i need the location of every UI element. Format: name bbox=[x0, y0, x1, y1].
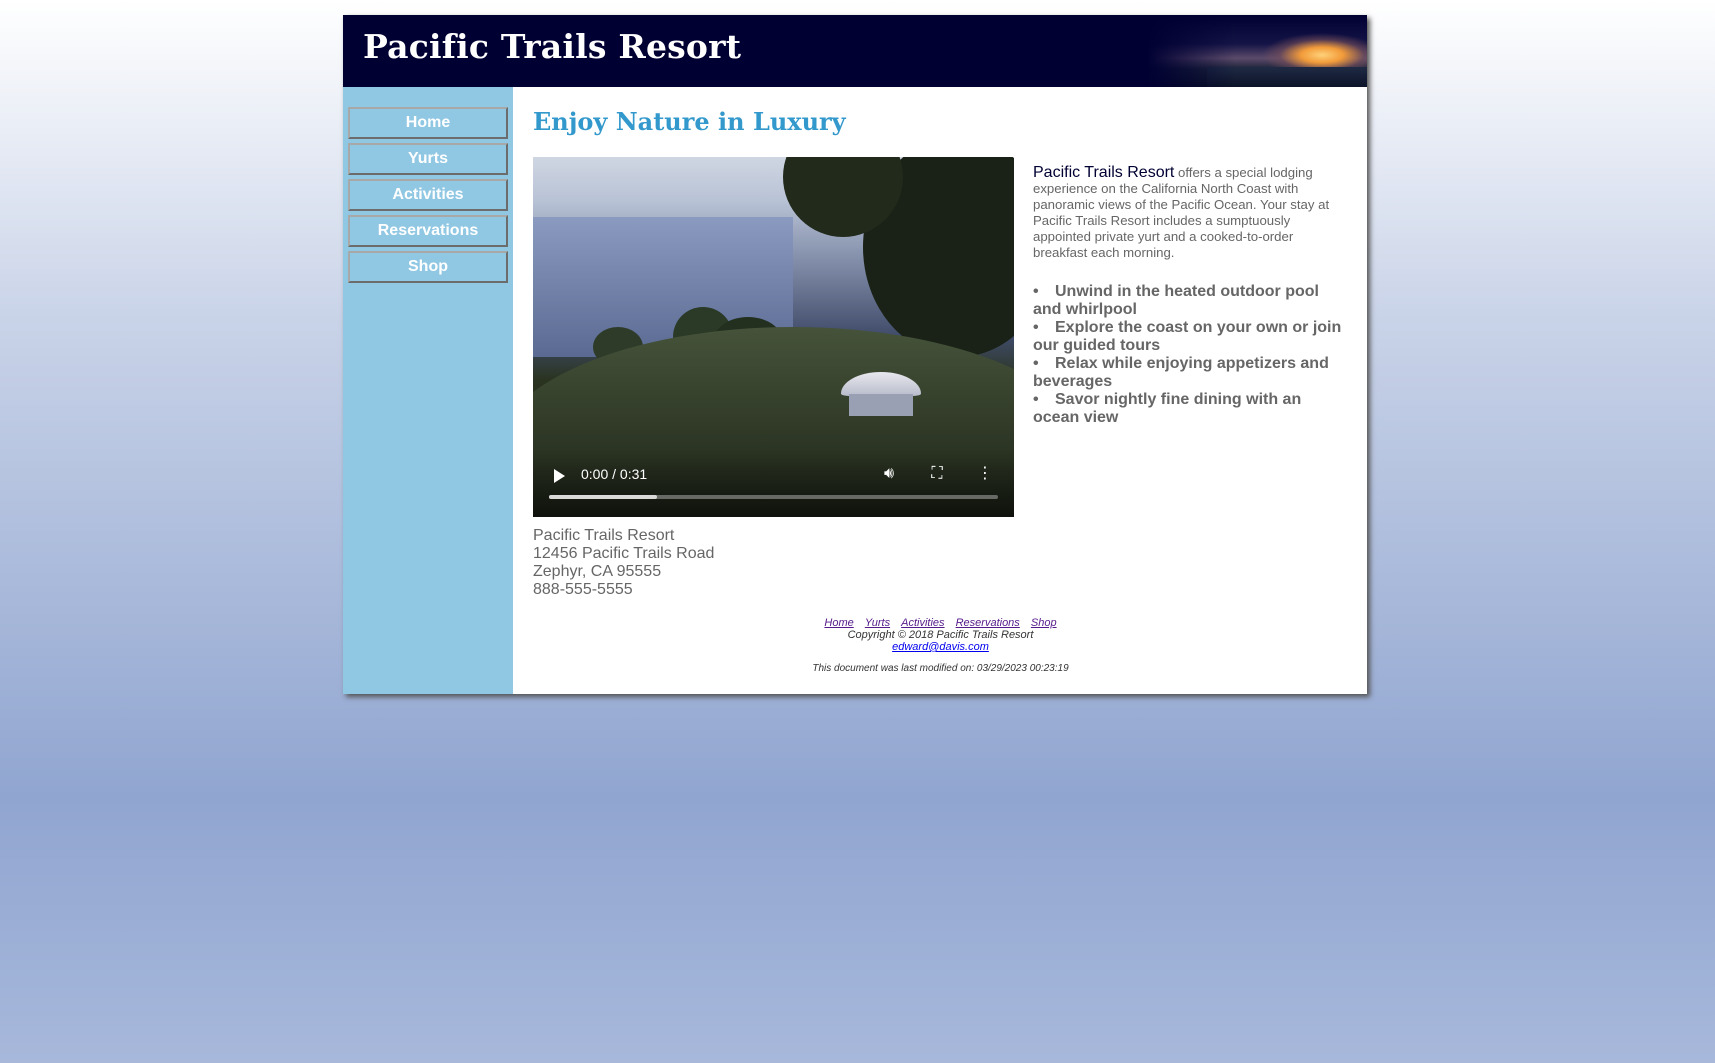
copyright: Copyright © 2018 Pacific Trails Resort bbox=[847, 629, 1034, 641]
more-options-icon[interactable]: ⋮ bbox=[975, 464, 995, 484]
play-icon[interactable] bbox=[554, 469, 565, 483]
footer-link-shop[interactable]: Shop bbox=[1031, 617, 1057, 629]
footer-nav: Home Yurts Activities Reservations Shop bbox=[533, 617, 1348, 629]
features-list: Unwind in the heated outdoor pool and wh… bbox=[1033, 283, 1348, 427]
list-item: Savor nightly fine dining with an ocean … bbox=[1033, 391, 1348, 427]
email-link[interactable]: edward@davis.com bbox=[892, 641, 989, 653]
site-header: Pacific Trails Resort bbox=[343, 15, 1367, 87]
footer-link-reservations[interactable]: Reservations bbox=[956, 617, 1020, 629]
page-heading: Enjoy Nature in Luxury bbox=[533, 107, 846, 136]
nav-activities[interactable]: Activities bbox=[348, 179, 508, 211]
list-item: Unwind in the heated outdoor pool and wh… bbox=[1033, 283, 1348, 319]
nav-reservations[interactable]: Reservations bbox=[348, 215, 508, 247]
video-time: 0:00 / 0:31 bbox=[581, 466, 648, 482]
last-modified: This document was last modified on: 03/2… bbox=[812, 663, 1069, 674]
intro-lead: Pacific Trails Resort bbox=[1033, 164, 1175, 181]
video-progress-fill bbox=[549, 495, 657, 499]
address-city: Zephyr, CA 95555 bbox=[533, 563, 662, 580]
footer-link-home[interactable]: Home bbox=[824, 617, 853, 629]
footer-link-activities[interactable]: Activities bbox=[901, 617, 944, 629]
video-progress-bar[interactable] bbox=[549, 495, 998, 499]
volume-icon[interactable]: 🔊︎ bbox=[879, 464, 899, 484]
video-controls: 0:00 / 0:31 🔊︎ ⛶ ⋮ bbox=[533, 449, 1014, 517]
sunset-image bbox=[1147, 15, 1367, 87]
intro-paragraph: Pacific Trails Resort offers a special l… bbox=[1033, 165, 1348, 261]
nav-yurts[interactable]: Yurts bbox=[348, 143, 508, 175]
video-player[interactable]: 0:00 / 0:31 🔊︎ ⛶ ⋮ bbox=[533, 157, 1014, 517]
address-street: 12456 Pacific Trails Road bbox=[533, 545, 715, 562]
nav-home[interactable]: Home bbox=[348, 107, 508, 139]
sidebar-nav: Home Yurts Activities Reservations Shop bbox=[343, 87, 513, 694]
page-wrapper: Pacific Trails Resort Home Yurts Activit… bbox=[343, 15, 1367, 694]
site-footer: Home Yurts Activities Reservations Shop … bbox=[533, 617, 1348, 675]
nav-shop[interactable]: Shop bbox=[348, 251, 508, 283]
site-title: Pacific Trails Resort bbox=[363, 27, 742, 66]
address-name: Pacific Trails Resort bbox=[533, 527, 675, 544]
address-phone: 888-555-5555 bbox=[533, 581, 633, 598]
footer-link-yurts[interactable]: Yurts bbox=[865, 617, 890, 629]
list-item: Explore the coast on your own or join ou… bbox=[1033, 319, 1348, 355]
list-item: Relax while enjoying appetizers and beve… bbox=[1033, 355, 1348, 391]
yurt-image bbox=[841, 372, 921, 417]
fullscreen-icon[interactable]: ⛶ bbox=[927, 464, 947, 484]
contact-address: Pacific Trails Resort 12456 Pacific Trai… bbox=[533, 527, 714, 599]
